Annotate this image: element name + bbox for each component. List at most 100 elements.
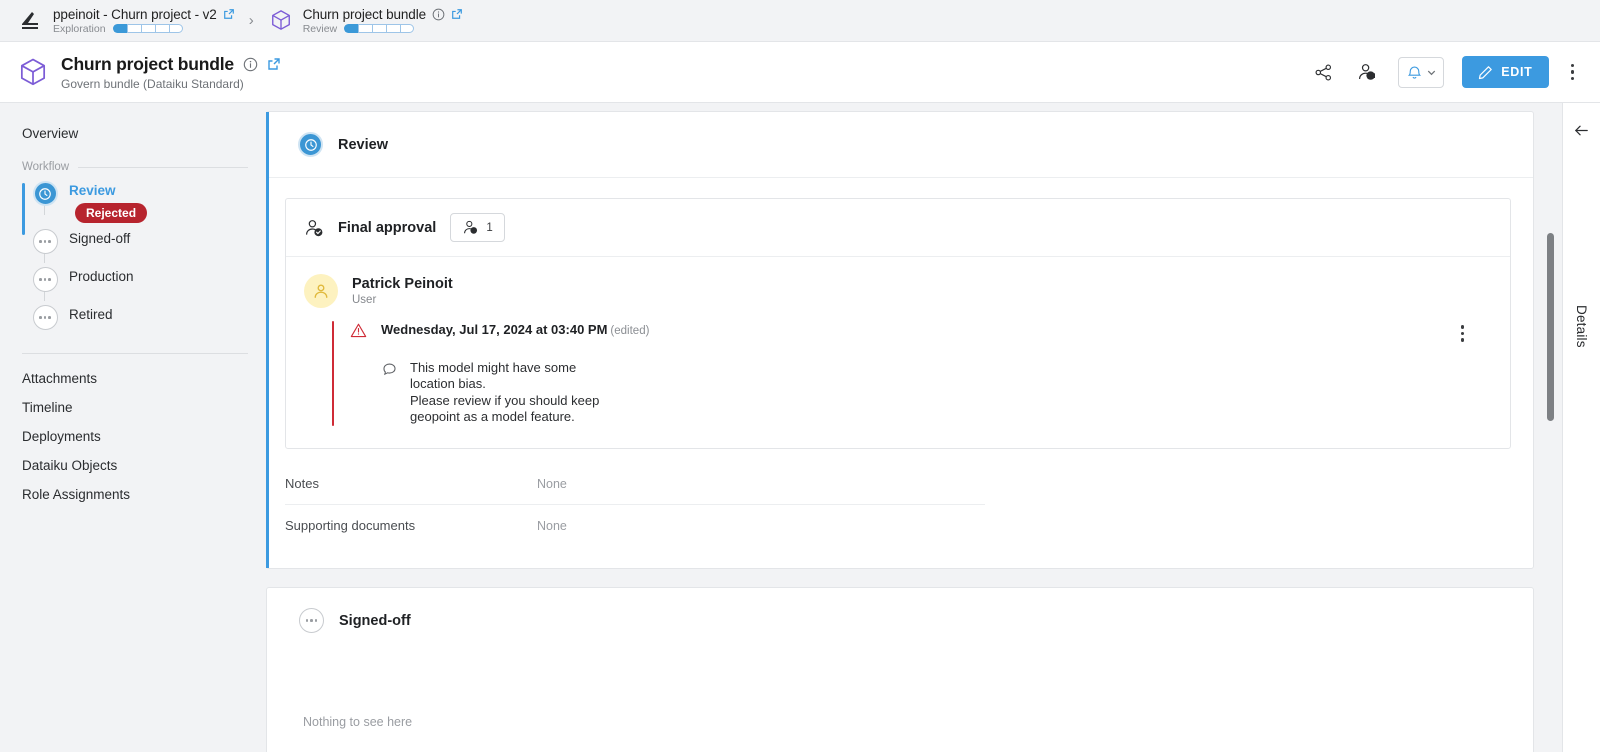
breadcrumb-bundle-stage: Review	[302, 22, 338, 35]
page-title: Churn project bundle	[61, 53, 234, 74]
avatar	[304, 274, 338, 308]
pending-dots-icon	[299, 608, 324, 633]
divider	[78, 166, 248, 168]
final-approval-header: Final approval 1	[286, 199, 1510, 257]
approver-row: Patrick Peinoit User	[286, 257, 1510, 313]
step-node	[32, 303, 58, 330]
breadcrumb: ppeinoit - Churn project - v2 Exploratio…	[0, 0, 1600, 41]
breadcrumb-separator: ›	[248, 12, 254, 29]
warning-triangle-icon	[350, 321, 367, 339]
signed-off-card-title: Signed-off	[339, 612, 411, 629]
details-rail-label[interactable]: Details	[1574, 305, 1589, 348]
approvers-count-chip[interactable]: 1	[450, 213, 505, 242]
signed-off-card: Signed-off Nothing to see here	[266, 587, 1534, 752]
external-link-icon[interactable]	[223, 8, 235, 20]
sidebar-item-signed-off-label: Signed-off	[69, 231, 131, 246]
breadcrumb-project-title: ppeinoit - Churn project - v2	[53, 6, 217, 22]
sidebar-item-deployments[interactable]: Deployments	[22, 422, 248, 451]
field-row-notes: Notes None	[285, 463, 985, 505]
breadcrumb-project-stage: Exploration	[53, 22, 106, 35]
approver-name: Patrick Peinoit	[352, 276, 453, 292]
pending-dots-icon	[32, 267, 58, 292]
notifications-button[interactable]	[1398, 56, 1445, 88]
external-link-icon[interactable]	[451, 8, 463, 20]
sidebar-item-role-assignments[interactable]: Role Assignments	[22, 480, 248, 509]
info-icon[interactable]	[432, 8, 445, 21]
sidebar-item-review-label: Review	[69, 183, 116, 198]
body: Overview Workflow Review Rejected Signed…	[0, 103, 1600, 752]
sidebar-item-review[interactable]: Review Rejected	[32, 179, 248, 223]
comment-date: Wednesday, Jul 17, 2024 at 03:40 PM	[381, 322, 608, 337]
workflow-steps: Review Rejected Signed-off Production Re…	[22, 179, 248, 337]
sidebar-item-dataiku-objects[interactable]: Dataiku Objects	[22, 451, 248, 480]
share-nodes-icon[interactable]	[1310, 59, 1336, 85]
clock-step-icon	[298, 132, 323, 157]
final-approval-panel: Final approval 1 Patrick Peinoit User We…	[285, 198, 1511, 449]
review-card-header: Review	[266, 112, 1533, 178]
field-value: None	[537, 518, 567, 533]
comment-text: This model might have some location bias…	[410, 359, 600, 425]
pencil-icon	[1478, 65, 1493, 80]
user-tag-icon[interactable]	[1354, 59, 1380, 85]
sidebar: Overview Workflow Review Rejected Signed…	[0, 103, 266, 752]
step-node	[32, 227, 58, 263]
comment-menu-icon[interactable]	[1457, 321, 1469, 346]
sidebar-item-production-label: Production	[69, 269, 134, 284]
chevron-down-icon	[1425, 66, 1438, 79]
details-rail: Details	[1562, 103, 1600, 752]
page-header: Churn project bundle Govern bundle (Data…	[0, 41, 1600, 103]
final-approval-title: Final approval	[338, 219, 437, 236]
main-content: Review Final approval 1 Patrick Peinoit …	[266, 103, 1562, 752]
step-node	[32, 179, 58, 215]
bundle-cube-icon	[18, 57, 48, 87]
kebab-menu-icon[interactable]	[1567, 60, 1579, 85]
user-tag-icon	[462, 219, 479, 236]
clock-step-icon	[32, 181, 58, 206]
divider	[22, 353, 248, 354]
sidebar-group-workflow: Workflow	[22, 161, 248, 173]
approver-role: User	[352, 294, 377, 306]
pending-dots-icon	[32, 229, 58, 254]
active-step-indicator	[22, 183, 25, 235]
sidebar-item-retired-label: Retired	[69, 307, 113, 322]
comment-bubble-icon	[382, 360, 397, 427]
signed-off-empty-text: Nothing to see here	[303, 715, 413, 729]
external-link-icon[interactable]	[267, 57, 281, 71]
sidebar-item-timeline[interactable]: Timeline	[22, 393, 248, 422]
comment-block: Wednesday, Jul 17, 2024 at 03:40 PM (edit…	[286, 313, 1510, 448]
field-key: Notes	[285, 476, 319, 491]
pending-dots-icon	[32, 305, 58, 330]
bell-icon	[1406, 64, 1423, 81]
main-scrollbar[interactable]	[1547, 233, 1554, 733]
sidebar-item-overview[interactable]: Overview	[22, 119, 248, 148]
review-fields: Notes None Supporting documents None	[285, 449, 1533, 568]
bundle-cube-icon	[268, 8, 294, 34]
comment-edited-label: (edited)	[610, 325, 650, 337]
info-icon[interactable]	[243, 57, 258, 72]
arrow-left-icon[interactable]	[1572, 121, 1591, 140]
breadcrumb-item-bundle[interactable]: Churn project bundle Review	[268, 7, 463, 35]
status-badge: Rejected	[75, 203, 148, 223]
step-connector	[44, 205, 45, 215]
page-subtitle: Govern bundle (Dataiku Standard)	[61, 76, 244, 91]
review-card: Review Final approval 1 Patrick Peinoit …	[266, 111, 1534, 569]
user-check-icon	[304, 218, 324, 238]
breadcrumb-project-progress	[112, 24, 183, 33]
field-value: None	[537, 476, 567, 491]
scrollbar-thumb[interactable]	[1547, 233, 1554, 421]
step-node	[32, 265, 58, 301]
step-connector	[44, 291, 45, 301]
sidebar-item-attachments[interactable]: Attachments	[22, 364, 248, 393]
edit-button-label: EDIT	[1501, 65, 1533, 79]
field-row-supporting-documents: Supporting documents None	[285, 505, 985, 546]
edit-button[interactable]: EDIT	[1462, 56, 1549, 88]
sidebar-item-signed-off[interactable]: Signed-off	[32, 227, 248, 263]
approvers-count: 1	[486, 221, 493, 234]
breadcrumb-bundle-progress	[344, 24, 415, 33]
sidebar-item-retired[interactable]: Retired	[32, 303, 248, 337]
dataiku-bird-icon	[18, 8, 44, 34]
breadcrumb-bundle-title: Churn project bundle	[302, 6, 427, 22]
sidebar-item-production[interactable]: Production	[32, 265, 248, 301]
review-card-title: Review	[338, 136, 388, 153]
breadcrumb-item-project[interactable]: ppeinoit - Churn project - v2 Exploratio…	[18, 7, 235, 35]
